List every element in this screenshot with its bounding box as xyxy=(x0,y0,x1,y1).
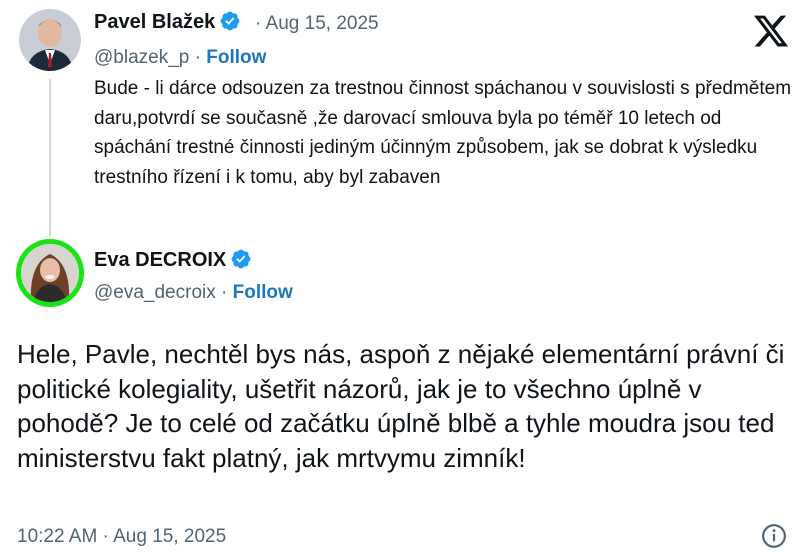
reply-author-handle[interactable]: @eva_decroix xyxy=(94,282,216,303)
reply-tweet-text: Hele, Pavle, nechtěl bys nás, aspoň z ně… xyxy=(17,339,785,473)
separator-dot: · xyxy=(221,282,228,303)
author-name-text: Pavel Blažek xyxy=(94,11,216,33)
reply-follow-button[interactable]: Follow xyxy=(233,282,293,303)
tweet-date[interactable]: · Aug 15, 2025 xyxy=(255,13,379,35)
reply-author-avatar[interactable] xyxy=(16,239,84,307)
author-name[interactable]: Pavel Blažek xyxy=(94,10,241,34)
parent-tweet-text: Bude - li dárce odsouzen za trestnou čin… xyxy=(94,78,792,188)
follow-button[interactable]: Follow xyxy=(206,47,266,68)
reply-author-name[interactable]: Eva DECROIX xyxy=(94,248,252,272)
verified-badge-icon xyxy=(231,249,251,269)
reply-author-name-text: Eva DECROIX xyxy=(94,249,227,271)
info-icon[interactable] xyxy=(761,523,787,549)
author-handle-row: @blazek_p · Follow xyxy=(94,47,266,69)
thread-connector-line xyxy=(49,79,51,236)
verified-badge-icon xyxy=(220,11,240,31)
reply-author-handle-row: @eva_decroix · Follow xyxy=(94,282,293,304)
author-handle[interactable]: @blazek_p xyxy=(94,47,189,68)
reply-timestamp[interactable]: 10:22 AM · Aug 15, 2025 xyxy=(17,526,226,548)
separator-dot: · xyxy=(194,47,201,68)
x-logo-icon[interactable] xyxy=(752,12,790,50)
author-avatar[interactable] xyxy=(19,9,81,71)
